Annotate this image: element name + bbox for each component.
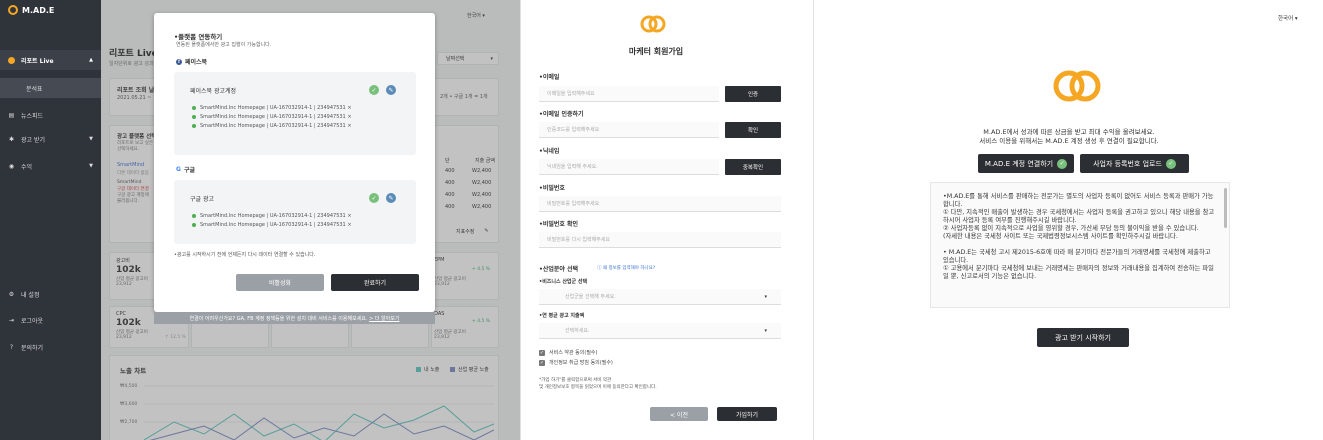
- status-dot-icon: [192, 123, 196, 128]
- duplicate-check-button[interactable]: 중복확인: [725, 159, 781, 175]
- list-item[interactable]: SmartMind.Inc Homepage | UA-167032914-1 …: [192, 211, 352, 220]
- link-list: SmartMind.Inc Homepage | UA-167032914-1 …: [192, 211, 352, 229]
- status-dot-icon: [192, 105, 196, 110]
- facebook-heading: f 페이스북: [176, 57, 207, 66]
- checkbox-checked-icon: ✓: [539, 359, 545, 366]
- edit-icon[interactable]: ✎: [386, 85, 396, 95]
- platform-connect-modal: •플랫폼 연동하기 연동된 플랫폼에서만 광고 집행이 가능합니다. f 페이스북…: [154, 13, 435, 312]
- chevron-up-icon: ▲: [89, 57, 93, 63]
- ad-icon: ✱: [8, 135, 15, 143]
- check-icon: ✓: [369, 193, 379, 203]
- check-icon: ✓: [1165, 158, 1176, 169]
- sidebar-item-logout[interactable]: ⇥ 로그아웃: [0, 310, 101, 330]
- status-dot-icon: [192, 222, 196, 227]
- google-section: 구글 광고 ✓ ✎ SmartMind.Inc Homepage | UA-16…: [174, 180, 416, 244]
- modal-footnote: 연결이 어려우신가요? GA, FB 계정 정책등을 위한 설치 대비 서비스를…: [154, 312, 435, 324]
- list-item[interactable]: SmartMind.Inc Homepage | UA-167032914-1 …: [192, 220, 352, 229]
- chevron-down-icon: ▾: [764, 293, 767, 300]
- newsfeed-icon: ▤: [8, 111, 15, 119]
- password-confirm-input[interactable]: 비밀번호를 다시 입력해주세요: [539, 232, 781, 248]
- google-heading: G 구글: [176, 166, 195, 174]
- facebook-icon: f: [176, 58, 182, 65]
- sidebar: M.AD.E 리포트 Live ▲ 분석표 ▤ 뉴스피드 ✱ 광고 받기 ▼ ◉ 수익 ▼ …: [0, 0, 101, 440]
- sidebar-item-help[interactable]: ? 문의하기: [0, 337, 101, 357]
- made-logo-icon: [1053, 70, 1101, 102]
- privacy-checkbox[interactable]: ✓ 개인정보 취급 방침 동의(필수): [539, 359, 613, 366]
- revenue-icon: ◉: [8, 162, 15, 170]
- terms-scrollbar[interactable]: [1224, 188, 1227, 228]
- sidebar-item-report-live[interactable]: 리포트 Live ▲: [0, 50, 101, 70]
- start-ads-button[interactable]: 광고 받기 시작하기: [1037, 328, 1129, 347]
- edit-icon[interactable]: ✎: [386, 193, 396, 203]
- connect-account-button[interactable]: M.AD.E 계정 연결하기 ✓: [978, 154, 1074, 173]
- industry-help-link[interactable]: ⓘ 왜 정보를 입력해야 하나요?: [597, 265, 655, 271]
- link-list: SmartMind.Inc Homepage | UA-167032914-1 …: [192, 103, 352, 130]
- previous-button[interactable]: < 이전: [650, 407, 708, 421]
- terms-checkbox[interactable]: ✓ 서비스 약관 동의(필수): [539, 349, 597, 356]
- dashboard-panel: M.AD.E 리포트 Live ▲ 분석표 ▤ 뉴스피드 ✱ 광고 받기 ▼ ◉ 수익 ▼ …: [0, 0, 520, 440]
- signup-title: 마케터 회원가입: [628, 47, 684, 56]
- modal-title: •플랫폼 연동하기: [174, 33, 223, 41]
- list-item[interactable]: SmartMind.Inc Homepage | UA-167032914-1 …: [192, 121, 352, 130]
- google-icon: G: [176, 166, 181, 173]
- nickname-input[interactable]: 닉네임을 입력해 주세요.: [539, 159, 719, 175]
- check-icon: ✓: [369, 85, 379, 95]
- help-icon: ?: [9, 343, 14, 351]
- checkbox-checked-icon: ✓: [539, 349, 545, 356]
- sidebar-item-settings[interactable]: ⚙ 내 설정: [0, 284, 101, 304]
- chevron-down-icon: ▼: [89, 163, 93, 169]
- logo-icon: [8, 5, 18, 15]
- list-item[interactable]: SmartMind.Inc Homepage | UA-167032914-1 …: [192, 112, 352, 121]
- complete-button[interactable]: 완료하기: [331, 274, 419, 291]
- sidebar-item-newsfeed[interactable]: ▤ 뉴스피드: [0, 105, 101, 125]
- verify-confirm-button[interactable]: 확인: [725, 122, 781, 138]
- verification-code-input[interactable]: 인증코드를 입력해주세요: [539, 122, 719, 138]
- app-logo[interactable]: M.AD.E: [8, 5, 54, 15]
- sidebar-item-revenue[interactable]: ◉ 수익 ▼: [0, 156, 101, 176]
- upload-business-number-button[interactable]: 사업자 등록번호 업로드 ✓: [1080, 154, 1189, 173]
- sidebar-item-analysis[interactable]: 분석표: [0, 78, 101, 98]
- made-logo-icon: [640, 15, 666, 33]
- chevron-down-icon: ▼: [89, 136, 93, 142]
- budget-select[interactable]: 선택하세요. ▾: [539, 323, 781, 339]
- sidebar-item-ads[interactable]: ✱ 광고 받기 ▼: [0, 129, 101, 149]
- learn-more-link[interactable]: > 더 알아보기: [369, 315, 399, 322]
- disable-button[interactable]: 비활성화: [236, 274, 324, 291]
- status-dot-icon: [192, 213, 196, 218]
- email-verify-button[interactable]: 인증: [725, 86, 781, 102]
- signup-submit-button[interactable]: 가입하기: [717, 407, 777, 421]
- gear-icon: ⚙: [8, 290, 15, 298]
- list-item[interactable]: SmartMind.Inc Homepage | UA-167032914-1 …: [192, 103, 352, 112]
- industry-select[interactable]: 산업군을 선택해 주세요. ▾: [539, 289, 781, 305]
- password-input[interactable]: 비밀번호를 입력해주세요: [539, 196, 781, 212]
- signup-panel: 마케터 회원가입 •이메일 이메일을 입력해주세요 인증 •이메일 인증하기 인…: [520, 0, 790, 440]
- language-select[interactable]: 한국어 ▾: [1278, 14, 1298, 22]
- business-terms-box[interactable]: •M.AD.E를 통해 서비스를 판매하는 전문가는 별도의 사업자 등록이 없…: [930, 182, 1230, 308]
- status-dot-icon: [192, 114, 196, 119]
- email-input[interactable]: 이메일을 입력해주세요: [539, 86, 719, 102]
- logout-icon: ⇥: [8, 316, 15, 324]
- facebook-section: 페이스북 광고계정 ✓ ✎ SmartMind.Inc Homepage | U…: [174, 72, 416, 155]
- report-icon: [8, 56, 15, 64]
- check-icon: ✓: [1057, 158, 1068, 169]
- chevron-down-icon: ▾: [764, 327, 767, 334]
